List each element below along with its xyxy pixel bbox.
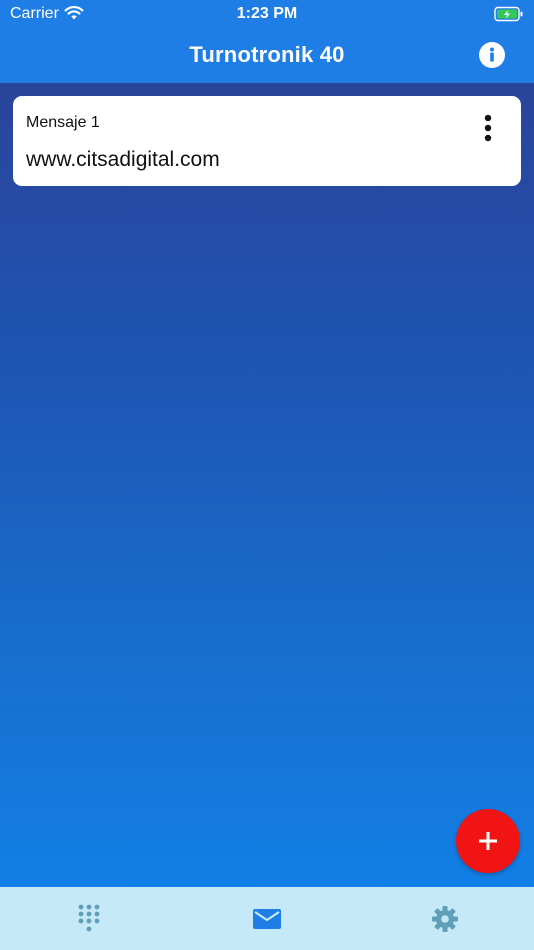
info-icon — [490, 47, 494, 62]
tab-bar — [0, 887, 534, 950]
tab-messages[interactable] — [237, 887, 297, 950]
info-button[interactable] — [479, 42, 505, 68]
message-list: Mensaje 1 www.citsadigital.com — [0, 83, 534, 887]
app-bar: Turnotronik 40 — [0, 30, 534, 83]
status-time: 1:23 PM — [236, 5, 298, 22]
message-title: Mensaje 1 — [26, 114, 100, 131]
tab-dialpad[interactable] — [59, 887, 119, 950]
gear-icon — [432, 905, 458, 932]
more-options-button[interactable] — [473, 113, 503, 143]
status-bar: Carrier 1:23 PM — [0, 0, 534, 30]
more-vertical-icon — [484, 114, 492, 142]
dialpad-icon — [78, 904, 100, 931]
message-text: www.citsadigital.com — [26, 148, 220, 171]
tab-settings[interactable] — [415, 887, 475, 950]
app-title: Turnotronik 40 — [189, 42, 345, 67]
message-card[interactable]: Mensaje 1 www.citsadigital.com — [13, 96, 521, 186]
plus-icon — [479, 832, 497, 850]
battery-icon — [494, 6, 524, 27]
mail-icon — [253, 908, 281, 929]
add-message-button[interactable] — [456, 809, 520, 873]
